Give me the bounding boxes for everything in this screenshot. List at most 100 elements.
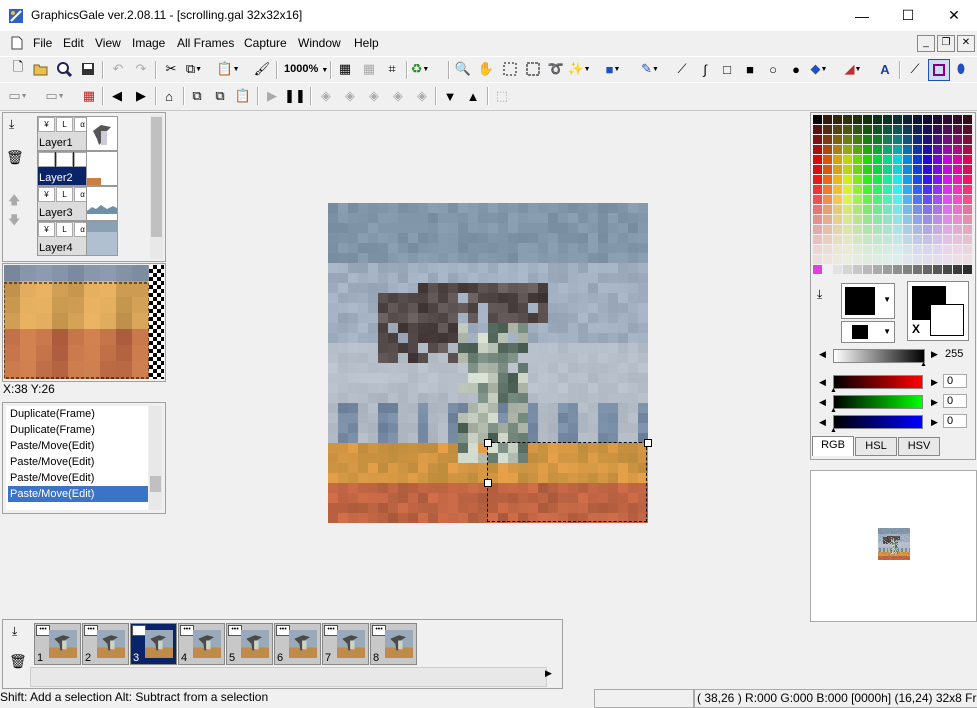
palette-swatch[interactable] [913,265,922,274]
palette-swatch[interactable] [873,185,882,194]
palette-swatch[interactable] [913,185,922,194]
palette-swatch[interactable] [843,225,852,234]
layer-copy-icon[interactable]: ◈ [340,86,360,106]
palette-swatch[interactable] [943,185,952,194]
paste-new-icon[interactable]: 🖌 [252,59,272,79]
combine-frames-icon[interactable]: ⧉ [187,86,207,106]
palette-swatch[interactable] [923,245,932,254]
foreground-color-dropdown[interactable]: ▼ [841,283,895,319]
palette-swatch[interactable] [913,165,922,174]
palette-swatch[interactable] [913,205,922,214]
palette-swatch[interactable] [963,265,972,274]
palette-swatch[interactable] [883,135,892,144]
palette-swatch[interactable] [823,185,832,194]
history-item[interactable]: Paste/Move(Edit) [8,438,148,454]
palette-swatch[interactable] [863,225,872,234]
select-shape-icon[interactable]: ■ ▼ [603,59,623,79]
palette-swatch[interactable] [833,255,842,264]
palette-swatch[interactable] [903,205,912,214]
palette-swatch[interactable] [923,205,932,214]
frame-item-3[interactable]: ••• 3 [130,623,177,665]
palette-swatch[interactable] [893,115,902,124]
blue-slider[interactable]: ▲ [830,415,923,434]
grid-icon[interactable]: ▦ [335,59,355,79]
palette-swatch[interactable] [893,265,902,274]
palette-swatch[interactable] [953,155,962,164]
palette-swatch[interactable] [823,165,832,174]
palette-swatch[interactable] [853,135,862,144]
palette-swatch[interactable] [903,175,912,184]
palette-swatch[interactable] [943,205,952,214]
palette-swatch[interactable] [853,215,862,224]
palette-swatch[interactable] [833,195,842,204]
brush-icon[interactable]: ◢ ▼ [843,59,863,79]
palette-swatch[interactable] [813,235,822,244]
palette-swatch[interactable] [913,155,922,164]
frame-delete-icon[interactable]: ▦ [79,86,99,106]
palette-swatch[interactable] [883,235,892,244]
palette-swatch[interactable] [893,155,902,164]
palette-swatch[interactable] [863,215,872,224]
palette-swatch[interactable] [943,215,952,224]
history-item-selected[interactable]: Paste/Move(Edit) [8,486,148,502]
palette-swatch[interactable] [843,165,852,174]
palette-swatch[interactable] [843,185,852,194]
palette-swatch[interactable] [953,175,962,184]
palette-swatch[interactable] [893,175,902,184]
palette-swatch[interactable] [833,235,842,244]
mdi-minimize-button[interactable]: _ [917,35,935,52]
palette-swatch[interactable] [913,115,922,124]
palette-swatch[interactable] [923,135,932,144]
swap-colors-button[interactable]: X [912,322,920,336]
layer-up-arrow-icon[interactable]: 🡅 [8,191,20,212]
palette-swatch[interactable] [963,255,972,264]
palette-swatch[interactable] [883,185,892,194]
layer-item-2[interactable]: ¥Lα••• Layer2 [37,151,118,186]
selection-handle[interactable] [484,439,492,447]
animation-icon[interactable]: ♻ ▼ [410,59,430,79]
frame-more-button[interactable]: ••• [84,625,98,636]
palette-swatch[interactable] [823,135,832,144]
palette-swatch[interactable] [853,175,862,184]
layer-lock-toggle[interactable]: L [56,117,73,132]
layers-scrollbar[interactable] [150,115,163,259]
palette-swatch[interactable] [813,155,822,164]
palette-swatch[interactable] [863,135,872,144]
palette-swatch[interactable] [903,265,912,274]
palette-swatch[interactable] [843,115,852,124]
palette-swatch[interactable] [903,165,912,174]
palette-swatch[interactable] [853,265,862,274]
layer-item-4[interactable]: ¥Lα••• Layer4 [37,221,118,256]
palette-swatch[interactable] [943,245,952,254]
palette-swatch[interactable] [883,195,892,204]
layer-item-1[interactable]: ¥Lα••• Layer1 [37,116,118,151]
palette-swatch[interactable] [823,225,832,234]
palette-swatch[interactable] [883,225,892,234]
palette-swatch[interactable] [813,225,822,234]
layer-lock-toggle[interactable]: L [56,152,73,167]
filled-ellipse-icon[interactable]: ● [786,59,806,79]
palette-swatch[interactable] [873,235,882,244]
palette-swatch[interactable] [953,145,962,154]
palette-swatch[interactable] [953,255,962,264]
palette-swatch[interactable] [853,155,862,164]
layer-visible-toggle[interactable]: ¥ [38,117,55,132]
tab-rgb[interactable]: RGB [812,436,854,456]
palette-swatch[interactable] [863,245,872,254]
palette-swatch[interactable] [933,215,942,224]
palette-swatch[interactable] [823,125,832,134]
palette-swatch[interactable] [943,235,952,244]
palette-swatch[interactable] [903,215,912,224]
palette-swatch[interactable] [923,145,932,154]
palette-swatch[interactable] [823,205,832,214]
palette-swatch[interactable] [833,225,842,234]
close-button[interactable]: ✕ [931,0,977,31]
palette-swatch[interactable] [843,155,852,164]
layer-lock-icon[interactable]: ⬚ [492,86,512,106]
palette-swatch[interactable] [963,125,972,134]
palette-swatch[interactable] [883,215,892,224]
palette-swatch[interactable] [913,145,922,154]
red-value-field[interactable]: 0 [943,374,967,388]
palette-swatch[interactable] [823,245,832,254]
palette-swatch[interactable] [853,245,862,254]
